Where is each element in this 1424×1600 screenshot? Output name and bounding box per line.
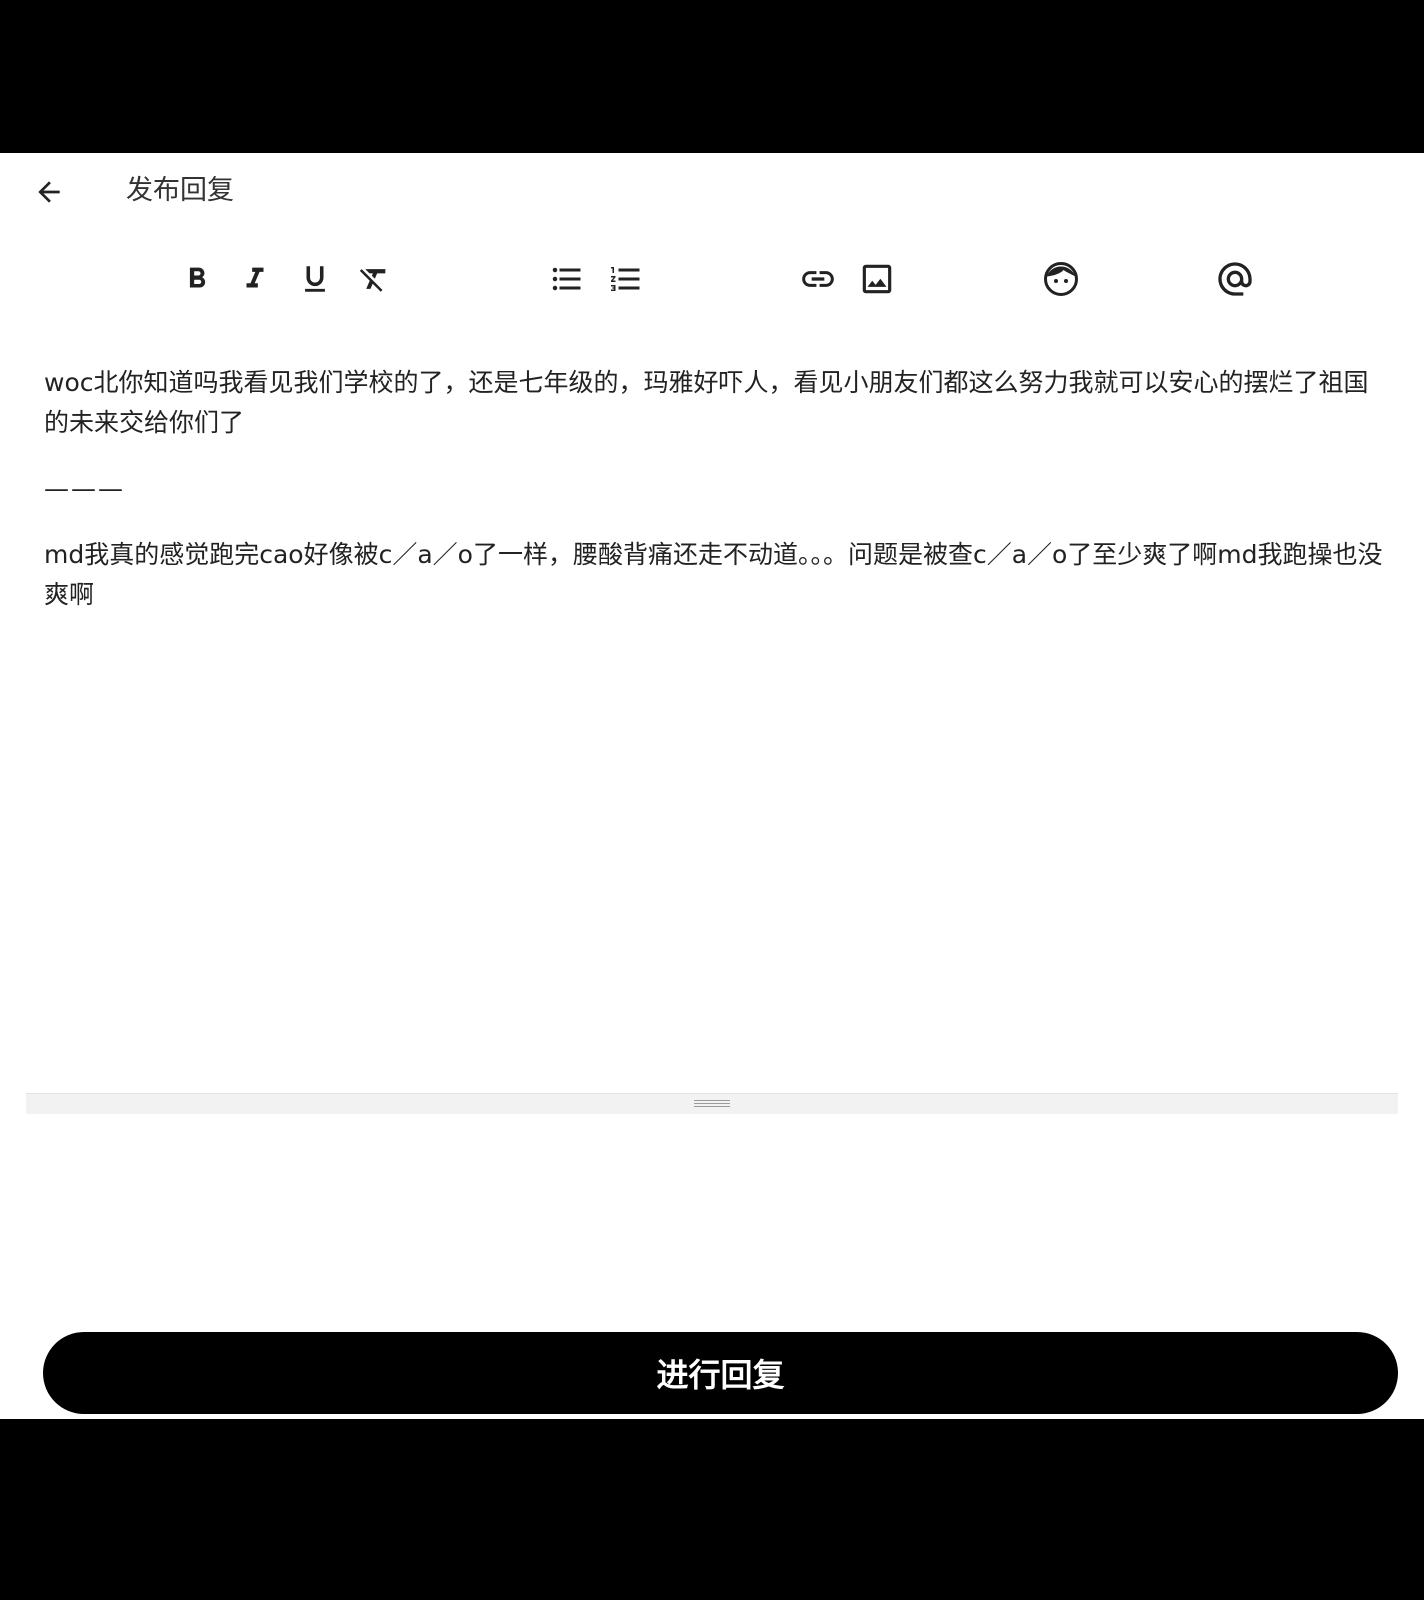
bullet-list-icon bbox=[552, 267, 581, 291]
submit-reply-button[interactable]: 进行回复 bbox=[43, 1332, 1398, 1414]
image-button[interactable] bbox=[851, 253, 903, 305]
numbered-list-icon bbox=[611, 267, 640, 291]
bottom-black-bar bbox=[0, 1419, 1424, 1600]
header: 发布回复 bbox=[0, 153, 1424, 233]
emoji-button[interactable] bbox=[1035, 253, 1087, 305]
underline-icon bbox=[305, 266, 325, 292]
reply-panel: 发布回复 woc北你知道吗我看见我们学校的了，还是七年级的，玛雅好吓人，看见小朋… bbox=[0, 153, 1424, 1419]
clear-format-button[interactable] bbox=[348, 253, 400, 305]
link-button[interactable] bbox=[792, 253, 844, 305]
grip-icon bbox=[694, 1100, 730, 1108]
editor-resize-handle[interactable] bbox=[26, 1093, 1398, 1114]
bold-button[interactable] bbox=[171, 253, 223, 305]
italic-button[interactable] bbox=[229, 253, 281, 305]
editor-divider: ——— bbox=[44, 474, 125, 503]
italic-icon bbox=[246, 267, 264, 288]
image-icon bbox=[862, 264, 892, 294]
page-title: 发布回复 bbox=[126, 175, 234, 206]
reply-editor[interactable]: woc北你知道吗我看见我们学校的了，还是七年级的，玛雅好吓人，看见小朋友们都这么… bbox=[44, 363, 1384, 615]
clear-format-icon bbox=[359, 269, 386, 292]
link-icon bbox=[802, 271, 834, 287]
editor-paragraph: md我真的感觉跑完cao好像被c／a／o了一样，腰酸背痛还走不动道。。。问题是被… bbox=[44, 540, 1383, 609]
arrow-left-icon bbox=[38, 181, 60, 203]
underline-button[interactable] bbox=[289, 253, 341, 305]
editor-paragraph: woc北你知道吗我看见我们学校的了，还是七年级的，玛雅好吓人，看见小朋友们都这么… bbox=[44, 368, 1369, 437]
emoji-icon bbox=[1043, 261, 1079, 297]
bullet-list-button[interactable] bbox=[541, 253, 593, 305]
mention-button[interactable] bbox=[1209, 253, 1261, 305]
numbered-list-button[interactable] bbox=[600, 253, 652, 305]
format-toolbar bbox=[0, 253, 1424, 305]
mention-icon bbox=[1218, 262, 1252, 296]
back-button[interactable] bbox=[26, 169, 72, 215]
top-black-bar bbox=[0, 0, 1424, 153]
bold-icon bbox=[189, 267, 206, 288]
screen: 发布回复 woc北你知道吗我看见我们学校的了，还是七年级的，玛雅好吓人，看见小朋… bbox=[0, 0, 1424, 1600]
